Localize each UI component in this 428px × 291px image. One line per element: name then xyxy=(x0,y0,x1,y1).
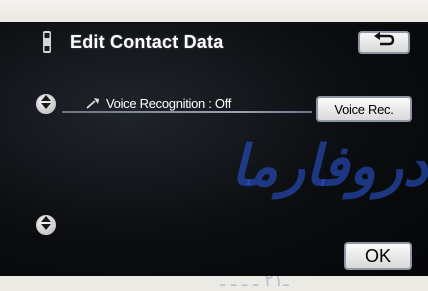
back-button[interactable] xyxy=(358,31,410,54)
return-arrow-icon xyxy=(371,32,397,53)
ok-button[interactable]: OK xyxy=(344,242,412,270)
scroll-down-icon xyxy=(41,215,51,235)
voice-recognition-label: Voice Recognition : Off xyxy=(106,95,232,111)
bottom-watermark: ـ۲۱ ـ ـ ـ ـ xyxy=(220,276,289,291)
scroll-down-button[interactable] xyxy=(36,215,56,235)
scroll-up-button[interactable] xyxy=(36,94,56,114)
top-bezel xyxy=(0,0,428,22)
bottom-bezel: ـ۲۱ ـ ـ ـ ـ xyxy=(0,276,428,291)
watermark-text: دروفارما xyxy=(231,133,428,199)
voice-recognition-icon xyxy=(86,97,100,109)
voice-rec-button[interactable]: Voice Rec. xyxy=(316,96,412,122)
phone-handset-icon xyxy=(40,30,54,54)
scroll-up-icon xyxy=(41,94,51,114)
photo-frame: Edit Contact Data Voice Recognition: Of… xyxy=(0,0,428,291)
header: Edit Contact Data xyxy=(0,28,428,58)
voice-recognition-status: Voice Recognition : Off xyxy=(86,94,231,112)
row-divider xyxy=(62,111,312,113)
page-title: Edit Contact Data xyxy=(70,32,224,52)
